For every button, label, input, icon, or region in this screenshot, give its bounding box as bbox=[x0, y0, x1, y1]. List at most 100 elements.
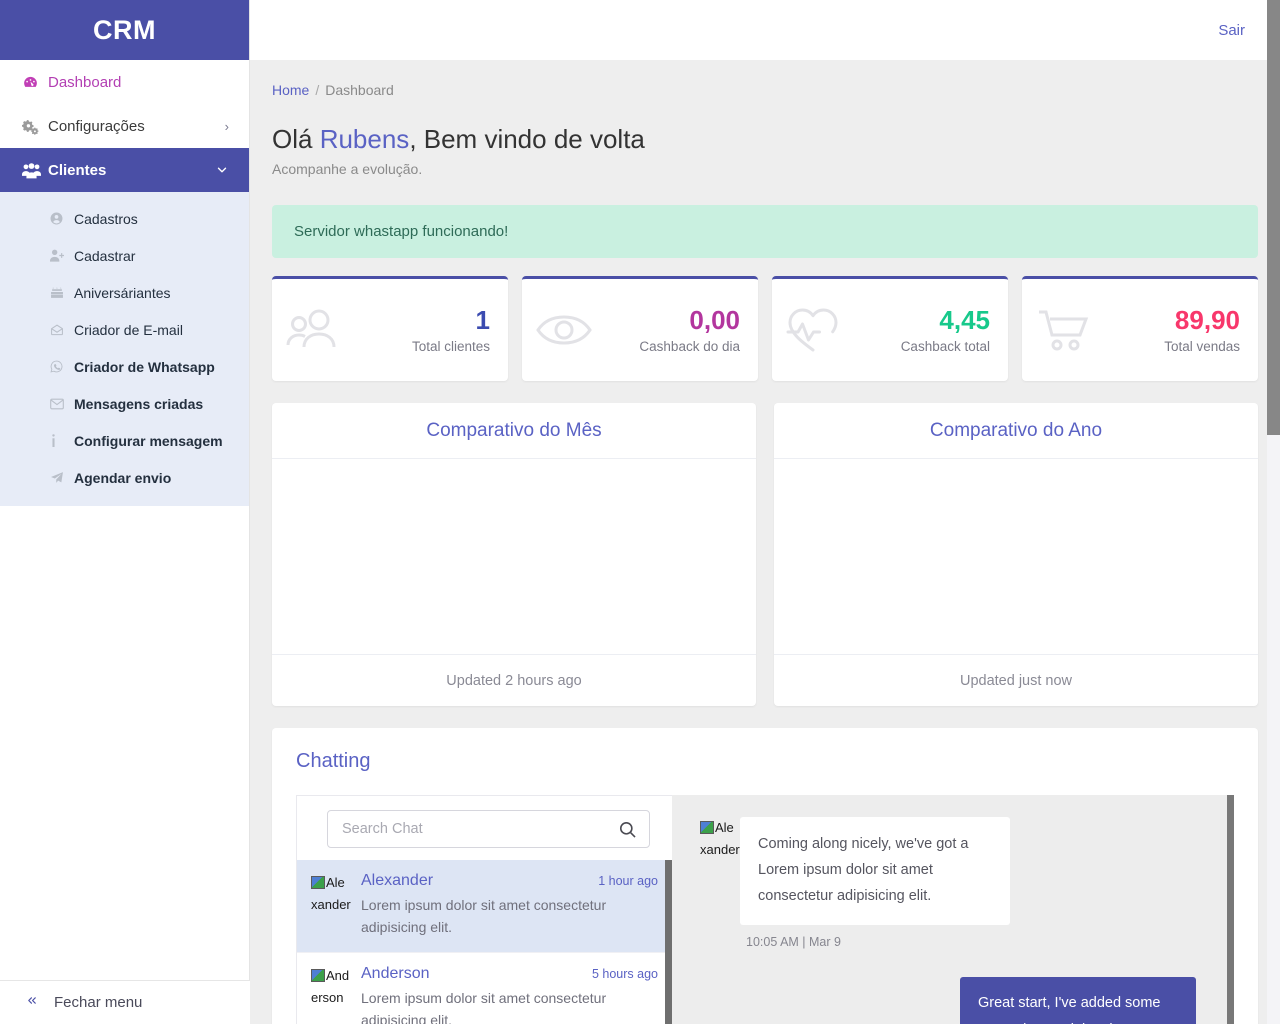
breadcrumb-current: Dashboard bbox=[325, 82, 394, 98]
topbar: Sair bbox=[250, 0, 1280, 60]
collapse-menu-label: Fechar menu bbox=[54, 994, 143, 1011]
page-subtitle: Acompanhe a evolução. bbox=[272, 161, 423, 177]
breadcrumb-home[interactable]: Home bbox=[272, 82, 309, 98]
chart-updated-label: Updated 2 hours ago bbox=[272, 654, 756, 706]
breadcrumb-separator: / bbox=[315, 82, 320, 98]
stat-label: Cashback total bbox=[900, 338, 990, 354]
sidebar-item-aniversariantes[interactable]: Aniversáriantes bbox=[0, 274, 249, 311]
sidebar-item-agendar-envio[interactable]: Agendar envio bbox=[0, 459, 249, 496]
avatar-broken-image: Alexander bbox=[700, 817, 740, 925]
stat-value: 4,45 bbox=[939, 305, 990, 336]
sidebar-item-label: Configurar mensagem bbox=[74, 432, 223, 449]
sidebar-item-criador-de-whatsapp[interactable]: Criador de Whatsapp bbox=[0, 348, 249, 385]
stat-label: Total vendas bbox=[1164, 338, 1240, 354]
status-banner: Servidor whastapp funcionando! bbox=[272, 205, 1258, 258]
main-area: Sair Home / Dashboard Olá Rubens, Bem vind… bbox=[250, 0, 1280, 1024]
stat-value: 0,00 bbox=[689, 305, 740, 336]
contact-time: 5 hours ago bbox=[591, 967, 658, 981]
list-item-body: Anderson 5 hours ago Lorem ipsum dolor s… bbox=[351, 965, 658, 1024]
list-item[interactable]: Alexander Alexander 1 hour ago Lorem ips… bbox=[297, 860, 672, 953]
paper-plane-icon bbox=[50, 471, 74, 484]
broken-image-icon bbox=[700, 821, 714, 834]
user-circle-icon bbox=[50, 212, 74, 225]
list-item[interactable]: Anderson Anderson 5 hours ago Lorem ipsu… bbox=[297, 953, 672, 1024]
incoming-bubble: Coming along nicely, we've got a Lorem i… bbox=[740, 817, 1010, 925]
page-content: Home / Dashboard Olá Rubens, Bem vindo de … bbox=[250, 60, 1280, 1024]
chart-updated-label: Updated just now bbox=[774, 654, 1258, 706]
contact-time: 1 hour ago bbox=[598, 874, 658, 888]
stat-card-total-vendas: 89,90 Total vendas bbox=[1022, 276, 1258, 381]
birthday-cake-icon bbox=[50, 286, 74, 299]
charts-row: Comparativo do Mês Updated 2 hours ago C… bbox=[272, 403, 1258, 706]
message-snippet: Lorem ipsum dolor sit amet consectetur a… bbox=[361, 897, 607, 935]
list-item-body: Alexander 1 hour ago Lorem ipsum dolor s… bbox=[351, 872, 658, 938]
page-scrollbar-thumb[interactable] bbox=[1267, 0, 1280, 435]
logout-link[interactable]: Sair bbox=[1218, 22, 1245, 39]
conversation-list-pane: Alexander Alexander 1 hour ago Lorem ips… bbox=[296, 795, 672, 1024]
magnifier-icon[interactable] bbox=[618, 820, 637, 839]
broken-image-icon bbox=[311, 969, 325, 982]
heartbeat-icon bbox=[786, 306, 840, 354]
chatting-panel: Chatting Alexander bbox=[272, 728, 1258, 1024]
user-plus-icon bbox=[50, 249, 74, 262]
sidebar-item-label: Aniversáriantes bbox=[74, 284, 171, 301]
sidebar-item-label: Cadastros bbox=[74, 210, 138, 227]
envelope-open-icon bbox=[50, 323, 74, 336]
sidebar: CRM Dashboard Configurações › Clientes C… bbox=[0, 0, 250, 1024]
gears-icon bbox=[22, 118, 48, 135]
search-row bbox=[297, 796, 672, 860]
stat-label: Total clientes bbox=[411, 338, 490, 354]
sidebar-item-configurar-mensagem[interactable]: Configurar mensagem bbox=[0, 422, 249, 459]
stats-row: 1 Total clientes 0,00 Cashback do dia 4,… bbox=[272, 276, 1258, 381]
sidebar-item-label: Mensagens criadas bbox=[74, 395, 204, 412]
avatar-broken-image: Alexander bbox=[311, 872, 351, 938]
message-snippet: Lorem ipsum dolor sit amet consectetur a… bbox=[361, 990, 607, 1024]
message-thread-scrollbar[interactable] bbox=[1227, 795, 1234, 1024]
sidebar-item-label: Dashboard bbox=[48, 73, 122, 91]
sidebar-nav: Dashboard Configurações › Clientes bbox=[0, 60, 249, 192]
contact-name: Anderson bbox=[361, 965, 430, 982]
message-timestamp: 10:05 AM | Mar 9 bbox=[746, 935, 841, 949]
whatsapp-icon bbox=[50, 360, 74, 373]
page-scrollbar-track[interactable] bbox=[1267, 0, 1280, 1024]
stat-value: 89,90 bbox=[1174, 305, 1240, 336]
chart-title: Comparativo do Ano bbox=[774, 403, 1258, 459]
chevron-down-icon bbox=[215, 163, 229, 177]
sidebar-item-cadastros[interactable]: Cadastros bbox=[0, 200, 249, 237]
sidebar-item-label: Configurações bbox=[48, 117, 145, 135]
chart-title: Comparativo do Mês bbox=[272, 403, 756, 459]
search-input[interactable] bbox=[342, 821, 618, 837]
sidebar-item-configuracoes[interactable]: Configurações › bbox=[0, 104, 249, 148]
shopping-cart-icon bbox=[1036, 307, 1092, 353]
sidebar-item-label: Agendar envio bbox=[74, 469, 172, 486]
sidebar-item-criador-de-email[interactable]: Criador de E-mail bbox=[0, 311, 249, 348]
sidebar-item-mensagens-criadas[interactable]: Mensagens criadas bbox=[0, 385, 249, 422]
sidebar-item-clientes[interactable]: Clientes bbox=[0, 148, 249, 192]
conversation-list-scrollbar[interactable] bbox=[665, 860, 672, 1024]
chart-canvas-ano bbox=[774, 459, 1258, 654]
search-chat-box[interactable] bbox=[327, 810, 650, 848]
message-thread-pane: Alexander Coming along nicely, we've got… bbox=[672, 795, 1234, 1024]
page-title: Olá Rubens, Bem vindo de volta bbox=[272, 124, 1258, 155]
eye-icon bbox=[536, 310, 592, 350]
users-icon bbox=[286, 307, 342, 353]
tachometer-icon bbox=[22, 74, 48, 91]
broken-image-icon bbox=[311, 876, 325, 889]
stat-card-cashback-do-dia: 0,00 Cashback do dia bbox=[522, 276, 758, 381]
stat-card-total-clientes: 1 Total clientes bbox=[272, 276, 508, 381]
contact-name: Alexander bbox=[361, 872, 434, 889]
chart-canvas-mes bbox=[272, 459, 756, 654]
chat-layout: Alexander Alexander 1 hour ago Lorem ips… bbox=[296, 795, 1234, 1024]
stat-label: Cashback do dia bbox=[639, 338, 740, 354]
outgoing-bubble: Great start, I've added some Lorem ipsum… bbox=[960, 977, 1196, 1024]
sidebar-item-label: Clientes bbox=[48, 161, 107, 179]
list-item-header: Anderson 5 hours ago bbox=[361, 965, 658, 983]
sidebar-item-cadastrar[interactable]: Cadastrar bbox=[0, 237, 249, 274]
sidebar-item-dashboard[interactable]: Dashboard bbox=[0, 60, 249, 104]
chart-card-comparativo-do-ano: Comparativo do Ano Updated just now bbox=[774, 403, 1258, 706]
users-group-icon bbox=[22, 162, 48, 179]
conversation-list: Alexander Alexander 1 hour ago Lorem ips… bbox=[297, 860, 672, 1024]
greeting-prefix: Olá bbox=[272, 124, 320, 154]
info-icon bbox=[50, 434, 74, 447]
collapse-menu-button[interactable]: Fechar menu bbox=[0, 980, 250, 1024]
